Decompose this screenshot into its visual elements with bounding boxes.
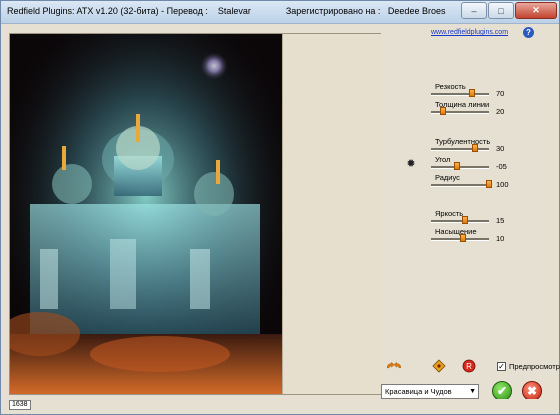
diamond-randomize-icon[interactable] — [431, 358, 447, 374]
slider-thumb-brightness[interactable] — [461, 216, 468, 224]
preset-dropdown[interactable]: Красавица и Чудов ▼ — [381, 384, 479, 399]
status-bar: 1638 — [1, 399, 559, 414]
preview-checkbox[interactable]: ✓ — [497, 362, 506, 371]
slider-label-radius: Радиус — [435, 173, 460, 182]
slider-value-saturation: 10 — [496, 234, 505, 243]
preview-image[interactable] — [10, 34, 282, 394]
slider-track-radius[interactable] — [431, 184, 489, 187]
slider-label-angle: Угол — [435, 155, 451, 164]
gear-icon[interactable]: ✹ — [406, 159, 416, 170]
slider-value-angle: -05 — [496, 162, 507, 171]
slider-thumb-saturation[interactable] — [459, 234, 466, 242]
undo-redo-arrows-icon[interactable] — [386, 358, 402, 374]
preview-side-panel — [282, 34, 381, 394]
window-controls: – □ ✕ — [461, 2, 557, 19]
slider-value-brightness: 15 — [496, 216, 505, 225]
preview-frame — [9, 33, 381, 395]
slider-value-turbulence: 30 — [496, 144, 505, 153]
slider-label-sharpness: Резкость — [435, 82, 466, 91]
slider-value-radius: 100 — [496, 180, 509, 189]
maximize-icon[interactable]: □ — [488, 2, 514, 19]
preview-checkbox-label: Предпросмотр — [509, 362, 560, 371]
minimize-icon[interactable]: – — [461, 2, 487, 19]
slider-thumb-radius[interactable] — [486, 180, 492, 188]
slider-label-saturation: Насыщение — [435, 227, 477, 236]
chevron-down-icon: ▼ — [469, 388, 476, 395]
reset-circle-icon[interactable]: R — [461, 358, 477, 374]
preset-dropdown-value: Красавица и Чудов — [385, 387, 452, 396]
cancel-button[interactable]: ✖ — [522, 381, 542, 401]
slider-value-line-width: 20 — [496, 107, 505, 116]
slider-track-brightness[interactable] — [431, 220, 489, 223]
plugin-window: Redfield Plugins: ATX v1.20 (32-бита) - … — [0, 0, 560, 415]
close-icon[interactable]: ✕ — [515, 2, 557, 19]
website-link[interactable]: www.redfieldplugins.com — [431, 29, 508, 36]
svg-text:R: R — [466, 362, 472, 371]
slider-track-turbulence[interactable] — [431, 148, 489, 151]
slider-thumb-line-width[interactable] — [439, 107, 446, 115]
title-bar: Redfield Plugins: ATX v1.20 (32-бита) - … — [1, 1, 559, 24]
help-icon[interactable]: ? — [523, 27, 534, 38]
slider-value-sharpness: 70 — [496, 89, 505, 98]
cathedral-fractal-image — [10, 34, 282, 394]
slider-track-sharpness[interactable] — [431, 93, 489, 96]
slider-thumb-turbulence[interactable] — [471, 144, 478, 152]
window-title: Redfield Plugins: ATX v1.20 (32-бита) - … — [7, 6, 446, 16]
status-value: 1638 — [9, 400, 31, 410]
ok-button[interactable]: ✔ — [492, 381, 512, 401]
slider-thumb-angle[interactable] — [454, 162, 461, 170]
slider-label-brightness: Яркость — [435, 209, 464, 218]
slider-thumb-sharpness[interactable] — [468, 89, 475, 97]
slider-label-turbulence: Турбулентность — [435, 137, 491, 146]
